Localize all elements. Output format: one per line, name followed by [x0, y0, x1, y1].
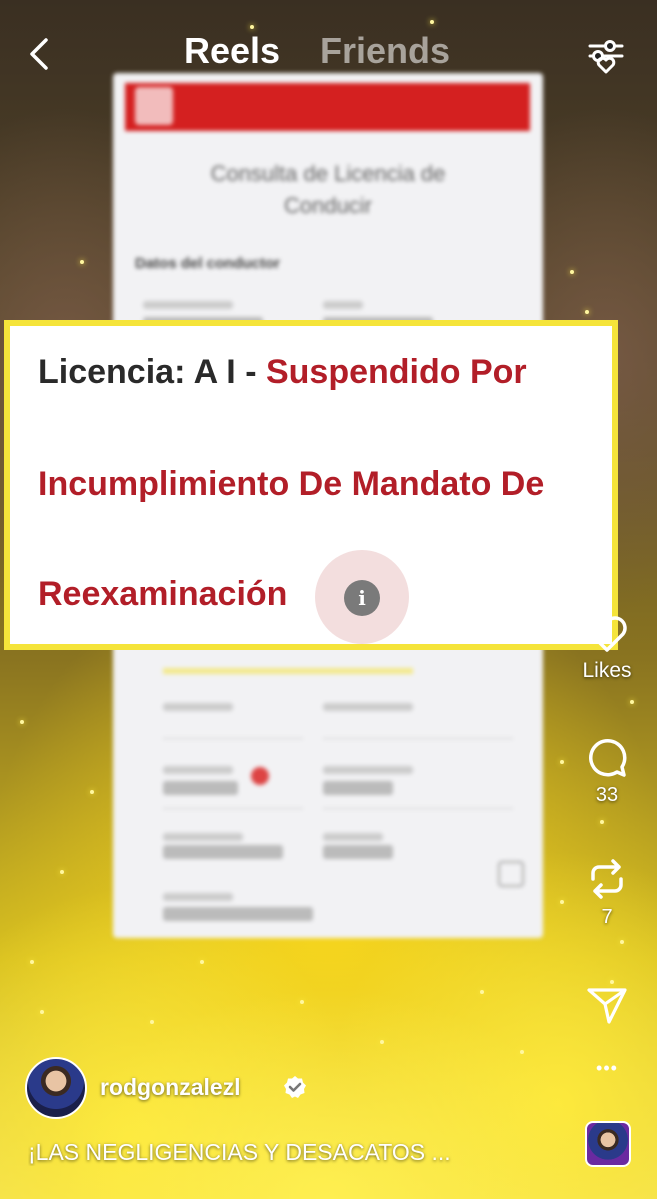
license-status-start: Suspendido Por: [265, 353, 527, 391]
likes-label: Likes: [582, 659, 632, 682]
spark-particle: [300, 1000, 304, 1004]
more-dots-icon: •••: [596, 1058, 618, 1078]
document-divider: [323, 738, 513, 739]
document-divider: [323, 808, 513, 809]
spark-particle: [80, 260, 84, 264]
spark-particle: [200, 960, 204, 964]
spark-particle: [630, 700, 634, 704]
reposts-count: 7: [601, 906, 613, 928]
document-field: [163, 845, 283, 859]
spark-particle: [60, 870, 64, 874]
document-field: [323, 766, 413, 774]
document-field: [163, 833, 243, 841]
audio-thumbnail[interactable]: [585, 1121, 631, 1167]
chevron-left-icon: [30, 38, 48, 70]
comment-bubble-icon: [588, 738, 627, 777]
spark-particle: [560, 900, 564, 904]
filter-button[interactable]: [586, 36, 626, 76]
send-paper-plane-icon: [587, 988, 627, 1024]
document-field: [143, 301, 233, 309]
license-line-1: Licencia: A I - Suspendido Por: [38, 352, 527, 392]
spark-particle: [90, 790, 94, 794]
document-calendar-icon: [498, 861, 524, 887]
more-options-button[interactable]: •••: [567, 1058, 647, 1079]
document-field: [323, 703, 413, 711]
document-field: [323, 781, 393, 795]
document-divider: [163, 738, 303, 739]
spark-particle: [520, 1050, 524, 1054]
spark-particle: [600, 820, 604, 824]
document-field: [163, 766, 233, 774]
sliders-heart-icon: [588, 40, 624, 74]
document-divider: [163, 808, 303, 809]
reels-top-bar: Reels Friends: [0, 0, 657, 110]
spark-particle: [20, 720, 24, 724]
spark-particle: [150, 1020, 154, 1024]
spark-particle: [620, 940, 624, 944]
spark-particle: [560, 760, 564, 764]
repost-icon: [591, 859, 623, 899]
license-category: Licencia: A I -: [38, 353, 266, 391]
repost-button[interactable]: 7: [567, 857, 647, 929]
tab-reels[interactable]: Reels: [184, 30, 280, 72]
heart-icon: [587, 616, 627, 652]
spark-particle: [30, 960, 34, 964]
comments-count: 33: [595, 784, 619, 806]
spark-particle: [380, 1040, 384, 1044]
tab-friends[interactable]: Friends: [320, 30, 450, 72]
license-status-card: Licencia: A I - Suspendido Por Incumplim…: [4, 320, 618, 650]
license-line-3: Reexaminación: [38, 575, 288, 613]
spark-particle: [40, 1010, 44, 1014]
document-field: [323, 301, 363, 309]
comment-button[interactable]: 33: [567, 735, 647, 807]
document-field: [323, 833, 383, 841]
back-button[interactable]: [22, 34, 58, 74]
avatar[interactable]: [25, 1057, 87, 1119]
document-field: [163, 893, 233, 901]
spark-particle: [570, 270, 574, 274]
verified-badge-icon: [284, 1076, 306, 1098]
document-title: Consulta de Licencia de Conducir: [210, 161, 446, 218]
document-section-label: Datos del conductor: [135, 255, 281, 272]
document-field: [163, 907, 313, 921]
license-line-2: Incumplimiento De Mandato De: [38, 465, 545, 503]
document-field: [323, 845, 393, 859]
spark-particle: [585, 310, 589, 314]
share-button[interactable]: [567, 984, 647, 1031]
document-highlight-strip: [163, 668, 413, 674]
username-link[interactable]: rodgonzalezl: [100, 1074, 241, 1101]
document-field: [163, 781, 238, 795]
info-icon[interactable]: i: [344, 580, 380, 616]
document-field: [163, 703, 233, 711]
document-status-dot: [251, 767, 269, 785]
like-button[interactable]: Likes: [567, 612, 647, 683]
spark-particle: [480, 990, 484, 994]
reel-caption[interactable]: ¡LAS NEGLIGENCIAS Y DESACATOS ...: [28, 1139, 568, 1166]
